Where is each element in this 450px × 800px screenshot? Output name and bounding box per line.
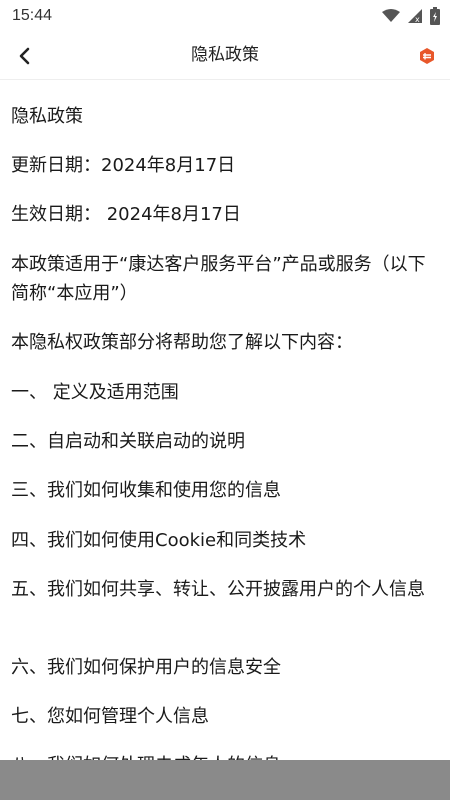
list-item: 八、我们如何处理未成年人的信息 (11, 751, 436, 760)
effective-date: 生效日期： 2024年8月17日 (11, 204, 241, 225)
status-bar: 15:44 x (0, 0, 450, 32)
list-item: 二、自启动和关联启动的说明 (11, 431, 245, 452)
policy-intro: 本隐私权政策部分将帮助您了解以下内容： (11, 332, 353, 353)
policy-scope: 本政策适用于“康达客户服务平台”产品或服务（以下简称“本应用”） (11, 254, 426, 304)
signal-icon: x (408, 9, 422, 23)
privacy-content[interactable]: 隐私政策 更新日期：2024年8月17日 生效日期： 2024年8月17日 本政… (0, 80, 450, 760)
page-title: 隐私政策 (191, 45, 259, 65)
list-item: 七、您如何管理个人信息 (11, 706, 209, 727)
list-item: 一、 定义及适用范围 (11, 382, 179, 403)
wifi-icon (382, 9, 400, 22)
app-bar: 隐私政策 (0, 32, 450, 80)
list-item: 四、我们如何使用Cookie和同类技术 (11, 530, 307, 551)
brand-logo-icon (420, 48, 434, 64)
list-item: 三、我们如何收集和使用您的信息 (11, 480, 281, 501)
battery-icon (430, 7, 440, 25)
content-heading: 隐私政策 (11, 106, 83, 127)
list-item: 五、我们如何共享、转让、公开披露用户的个人信息 (11, 579, 425, 600)
brand-menu-button[interactable] (416, 45, 438, 67)
status-time: 15:44 (12, 7, 53, 24)
bottom-overlay (0, 760, 450, 800)
list-item: 六、我们如何保护用户的信息安全 (11, 657, 281, 678)
svg-text:x: x (415, 15, 420, 23)
status-icons: x (382, 7, 440, 25)
updated-date: 更新日期：2024年8月17日 (11, 155, 236, 176)
